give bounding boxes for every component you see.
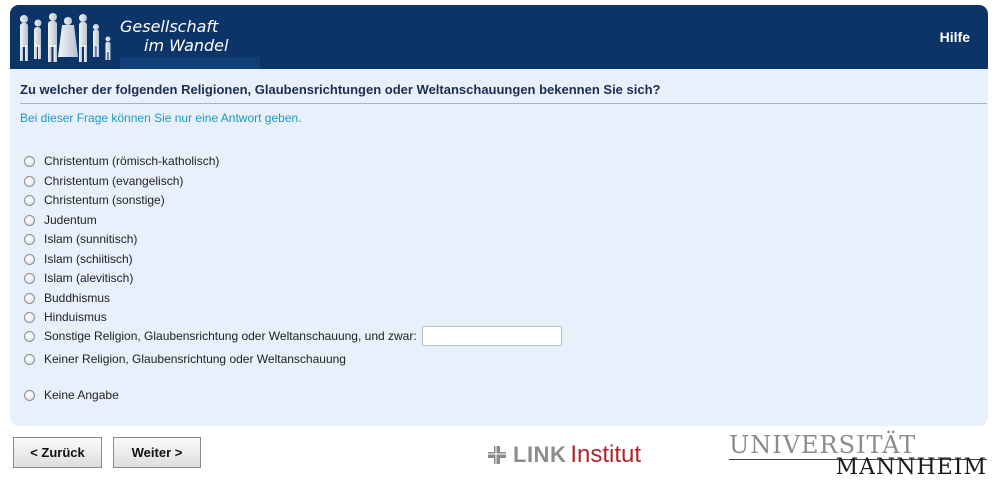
question-text: Zu welcher der folgenden Religionen, Gla… bbox=[20, 82, 987, 104]
radio-button[interactable] bbox=[24, 292, 35, 304]
radio-button[interactable] bbox=[24, 311, 35, 323]
option-islam-alevitisch[interactable]: Islam (alevitisch) bbox=[24, 271, 133, 285]
link-cross-icon bbox=[488, 446, 506, 464]
option-judentum[interactable]: Judentum bbox=[24, 213, 97, 227]
option-label: Hinduismus bbox=[44, 310, 107, 324]
radio-button[interactable] bbox=[24, 389, 35, 401]
back-button[interactable]: < Zurück bbox=[13, 437, 102, 468]
radio-button[interactable] bbox=[24, 353, 35, 365]
option-label: Keiner Religion, Glaubensrichtung oder W… bbox=[44, 352, 346, 366]
radio-button[interactable] bbox=[24, 194, 35, 206]
option-label: Sonstige Religion, Glaubensrichtung oder… bbox=[44, 329, 417, 343]
gesellschaft-im-wandel-logo: Gesellschaft im Wandel bbox=[10, 5, 260, 69]
option-label: Buddhismus bbox=[44, 291, 111, 305]
other-religion-input[interactable] bbox=[421, 326, 562, 346]
link-institut-word: Institut bbox=[570, 441, 642, 468]
option-hinduismus[interactable]: Hinduismus bbox=[24, 310, 107, 324]
link-word: LINK bbox=[513, 442, 567, 467]
option-islam-sunnitisch[interactable]: Islam (sunnitisch) bbox=[24, 232, 137, 246]
option-label: Christentum (sonstige) bbox=[44, 193, 165, 207]
option-sonstige-religion[interactable]: Sonstige Religion, Glaubensrichtung oder… bbox=[24, 326, 562, 346]
option-keine-religion[interactable]: Keiner Religion, Glaubensrichtung oder W… bbox=[24, 352, 346, 366]
option-label: Islam (sunnitisch) bbox=[44, 232, 138, 246]
uni-logo-line-2: MANNHEIM bbox=[835, 455, 987, 480]
radio-button[interactable] bbox=[24, 272, 35, 284]
link-institut-logo: LINK Institut bbox=[487, 441, 642, 468]
question-instruction: Bei dieser Frage können Sie nur eine Ant… bbox=[20, 111, 302, 125]
question-panel: Zu welcher der folgenden Religionen, Gla… bbox=[10, 69, 988, 426]
option-label: Christentum (evangelisch) bbox=[44, 174, 184, 188]
radio-button[interactable] bbox=[24, 175, 35, 187]
option-christentum-sonstige[interactable]: Christentum (sonstige) bbox=[24, 193, 165, 207]
option-label: Christentum (römisch-katholisch) bbox=[44, 154, 220, 168]
option-buddhismus[interactable]: Buddhismus bbox=[24, 291, 110, 305]
option-christentum-evangelisch[interactable]: Christentum (evangelisch) bbox=[24, 174, 183, 188]
option-christentum-katholisch[interactable]: Christentum (römisch-katholisch) bbox=[24, 154, 219, 168]
logo-line-1: Gesellschaft bbox=[120, 17, 219, 36]
next-button[interactable]: Weiter > bbox=[113, 437, 201, 468]
radio-button[interactable] bbox=[24, 214, 35, 226]
radio-button[interactable] bbox=[24, 330, 35, 342]
radio-button[interactable] bbox=[24, 233, 35, 245]
radio-button[interactable] bbox=[24, 155, 35, 167]
option-label: Keine Angabe bbox=[44, 388, 119, 402]
option-islam-schiitisch[interactable]: Islam (schiitisch) bbox=[24, 252, 133, 266]
option-label: Islam (alevitisch) bbox=[44, 271, 134, 285]
option-label: Judentum bbox=[44, 213, 97, 227]
logo-text: Gesellschaft im Wandel bbox=[120, 17, 228, 55]
help-link[interactable]: Hilfe bbox=[940, 29, 970, 45]
option-keine-angabe[interactable]: Keine Angabe bbox=[24, 388, 119, 402]
option-label: Islam (schiitisch) bbox=[44, 252, 133, 266]
universitaet-mannheim-logo: UNIVERSITÄT MANNHEIM bbox=[729, 431, 987, 480]
survey-header: Gesellschaft im Wandel Hilfe bbox=[10, 5, 988, 69]
radio-button[interactable] bbox=[24, 253, 35, 265]
logo-line-2: im Wandel bbox=[144, 36, 229, 55]
